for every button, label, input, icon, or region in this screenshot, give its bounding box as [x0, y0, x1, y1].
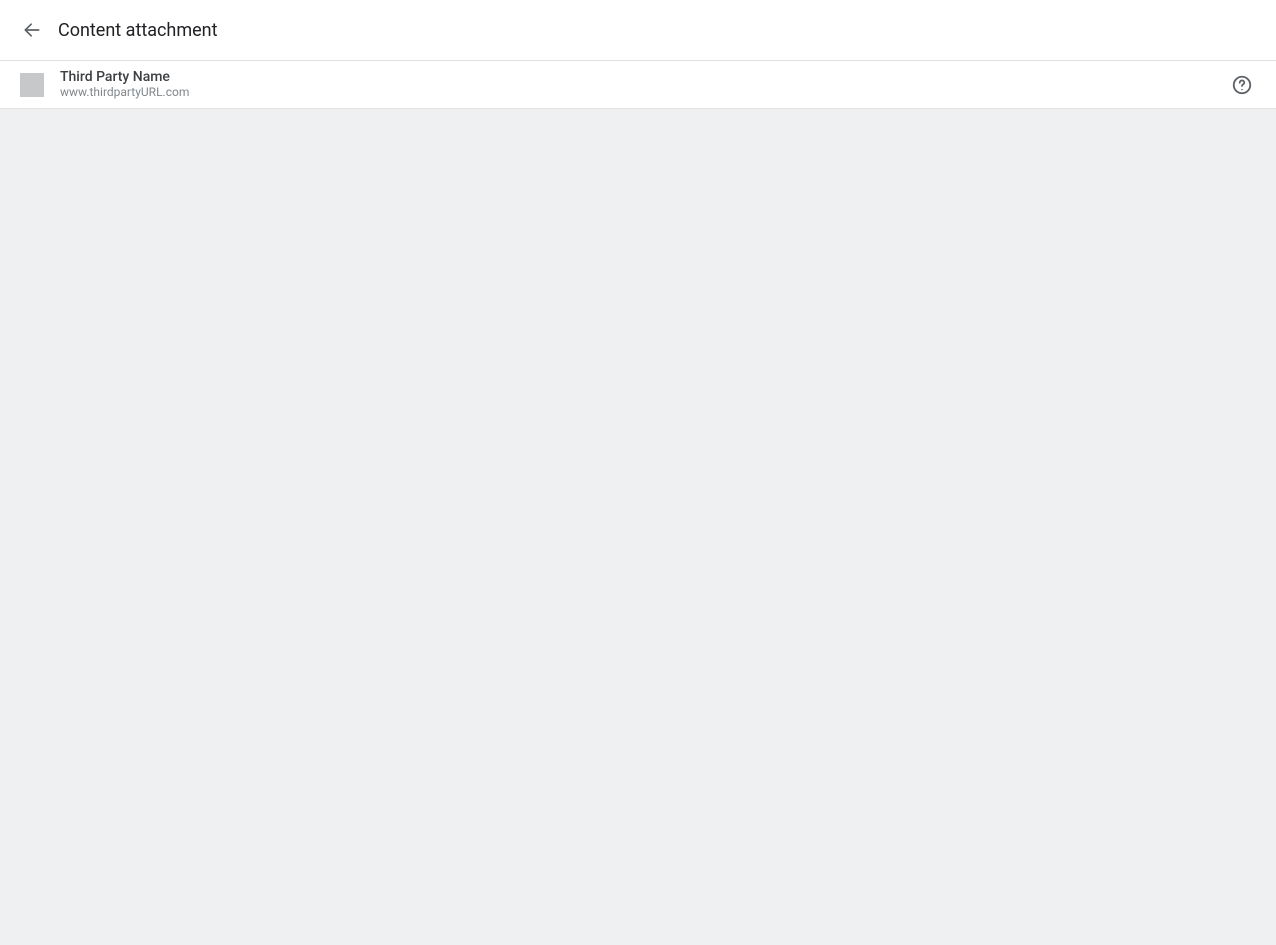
back-button[interactable] — [20, 18, 44, 42]
third-party-url: www.thirdpartyURL.com — [60, 86, 189, 99]
page-title: Content attachment — [58, 20, 218, 41]
help-button[interactable] — [1228, 71, 1256, 99]
arrow-left-icon — [22, 20, 42, 40]
top-bar: Content attachment — [0, 0, 1276, 61]
context-text: Third Party Name www.thirdpartyURL.com — [60, 70, 189, 100]
third-party-avatar — [20, 73, 44, 97]
context-bar: Third Party Name www.thirdpartyURL.com — [0, 61, 1276, 109]
third-party-name: Third Party Name — [60, 70, 189, 85]
content-area — [0, 109, 1276, 945]
help-icon — [1231, 74, 1253, 96]
